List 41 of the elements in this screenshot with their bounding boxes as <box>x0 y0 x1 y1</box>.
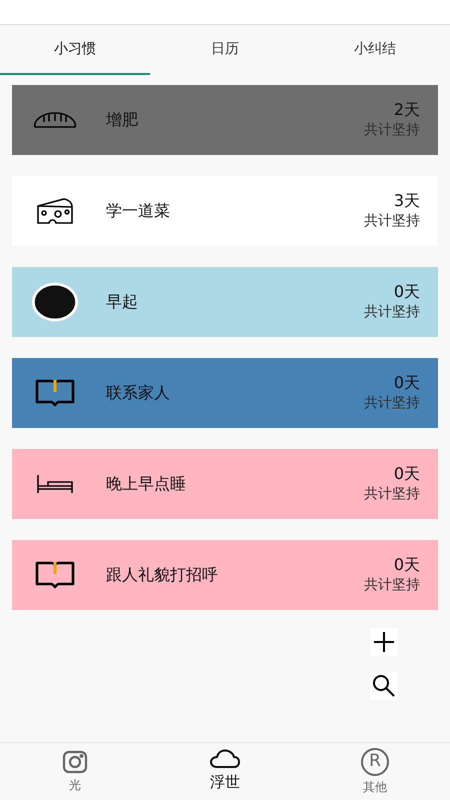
habit-name: 晚上早点睡 <box>106 473 187 495</box>
habit-name: 联系家人 <box>106 382 171 404</box>
habit-card[interactable]: 晚上早点睡 0天 共计坚持 <box>12 449 438 519</box>
cheese-icon <box>36 197 74 225</box>
bread-icon <box>32 111 78 129</box>
habit-card[interactable]: 学一道菜 3天 共计坚持 <box>12 176 438 246</box>
book-icon <box>34 560 76 590</box>
day-caption: 共计坚持 <box>364 212 420 231</box>
habit-card[interactable]: 跟人礼貌打招呼 0天 共计坚持 <box>12 540 438 610</box>
nav-item[interactable]: R 其他 <box>300 743 450 800</box>
search-button[interactable] <box>370 672 398 700</box>
day-count: 2天 <box>394 100 420 120</box>
day-count: 3天 <box>394 191 420 211</box>
nav-item[interactable]: 光 <box>0 743 150 800</box>
add-button[interactable] <box>370 628 398 656</box>
bed-icon <box>36 474 74 494</box>
tab[interactable]: 小纠结 <box>300 25 450 75</box>
registered-icon: R <box>361 748 389 776</box>
habit-name: 增肥 <box>106 109 139 131</box>
habit-name: 学一道菜 <box>106 200 171 222</box>
camera-icon <box>62 750 88 774</box>
day-count: 0天 <box>394 282 420 302</box>
habit-card[interactable]: 增肥 2天 共计坚持 <box>12 85 438 155</box>
day-caption: 共计坚持 <box>364 121 420 140</box>
day-count: 0天 <box>394 464 420 484</box>
tab[interactable]: 小习惯 <box>0 25 150 75</box>
day-caption: 共计坚持 <box>364 485 420 504</box>
habit-card[interactable]: 早起 0天 共计坚持 <box>12 267 438 337</box>
day-caption: 共计坚持 <box>364 394 420 413</box>
cloud-icon <box>210 749 240 770</box>
habit-card[interactable]: 联系家人 0天 共计坚持 <box>12 358 438 428</box>
book-icon <box>34 378 76 408</box>
habit-name: 早起 <box>106 291 139 313</box>
day-caption: 共计坚持 <box>364 303 420 322</box>
day-caption: 共计坚持 <box>364 576 420 595</box>
nav-item[interactable]: 浮世 <box>150 743 300 800</box>
ball-icon <box>32 281 78 323</box>
day-count: 0天 <box>394 373 420 393</box>
tab[interactable]: 日历 <box>150 25 300 75</box>
habit-name: 跟人礼貌打招呼 <box>106 564 219 586</box>
day-count: 0天 <box>394 555 420 575</box>
